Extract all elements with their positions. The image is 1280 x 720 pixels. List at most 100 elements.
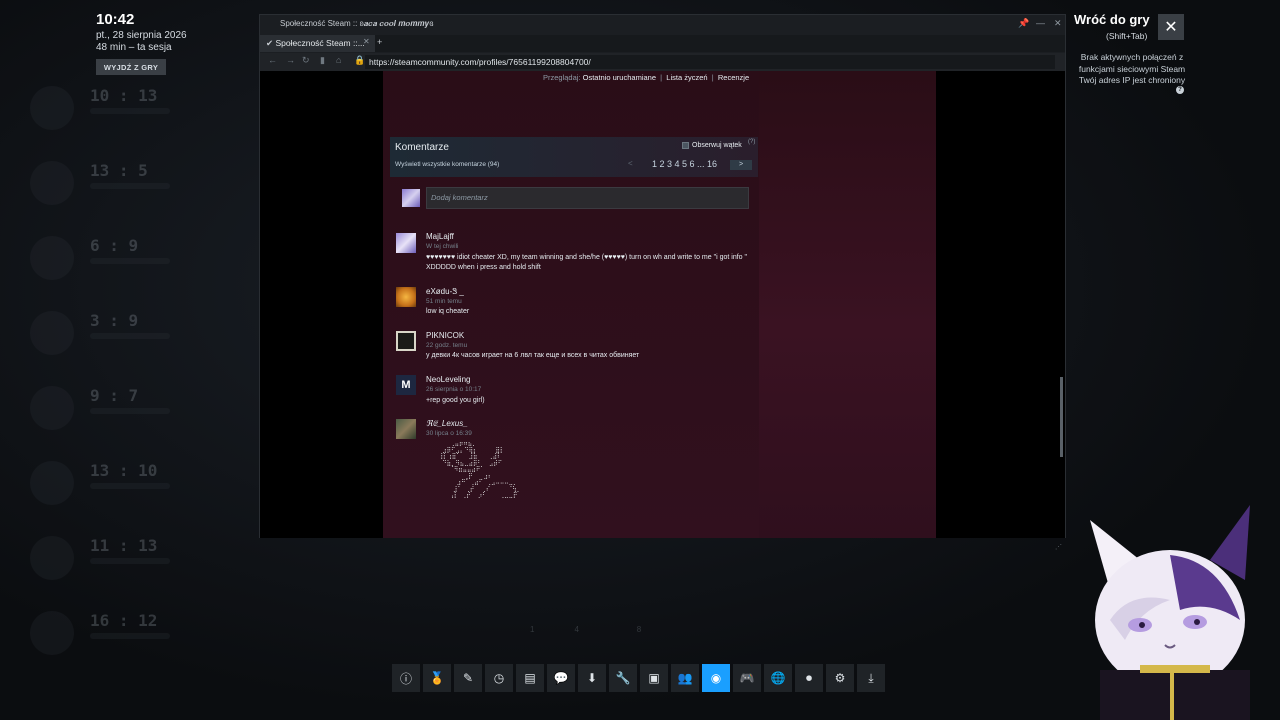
info-icon[interactable]: ⓘ (392, 664, 420, 692)
bookmark-icon[interactable]: ▮ (320, 55, 325, 66)
reload-icon[interactable]: ↻ (302, 55, 310, 66)
match-score: 11 : 13 (90, 536, 158, 555)
match-score: 6 : 9 (90, 236, 139, 255)
background-match-row: 6 : 9 (20, 230, 240, 290)
back-to-game-title[interactable]: Wróć do gry (1074, 12, 1150, 27)
comment-text: +rep good you girl) (426, 397, 485, 404)
tab-label: Społeczność Steam ::... (275, 38, 365, 48)
comment-time: 51 min temu (426, 298, 462, 305)
downloads-icon[interactable]: ⬇ (578, 664, 606, 692)
notes-icon[interactable]: ✎ (454, 664, 482, 692)
comment-text: у девки 4к часов играет на 6 лвл так еще… (426, 352, 640, 359)
match-meta (90, 558, 170, 564)
follow-thread[interactable]: Obserwuj wątek (682, 142, 742, 149)
back-arrow-icon[interactable]: ← (268, 55, 277, 65)
comment-author[interactable]: eXødu-Ꮥ _ (426, 287, 464, 297)
background-match-row: 13 : 10 (20, 455, 240, 515)
recording-icon[interactable]: ⏺ (795, 664, 823, 692)
map-icon (30, 161, 74, 205)
avatar[interactable] (396, 331, 416, 351)
match-score: 13 : 10 (90, 461, 158, 480)
view-all-comments[interactable]: Wyświetl wszystkie komentarze (94) (395, 161, 499, 168)
browse-bar: Przeglądaj: Ostatnio uruchamiane | Lista… (543, 73, 750, 82)
background-chart: 1 4 8 (530, 625, 642, 634)
pager-next[interactable]: > (730, 160, 752, 170)
session-time: 48 min – ta sesja (96, 42, 172, 53)
match-score: 16 : 12 (90, 611, 158, 630)
comment-time: W tej chwili (426, 243, 459, 250)
match-meta (90, 183, 170, 189)
comment-time: 26 sierpnia o 10:17 (426, 386, 482, 393)
browser-tab[interactable]: ✔ Społeczność Steam ::... (260, 35, 375, 52)
exit-game-button[interactable]: WYJDŹ Z GRY (96, 59, 166, 75)
exit-icon[interactable]: ⤓ (857, 664, 885, 692)
comment-time: 22 godz. temu (426, 342, 468, 349)
achievements-icon[interactable]: 🏅 (423, 664, 451, 692)
comments-title: Komentarze (395, 142, 449, 153)
tab-close-icon[interactable]: ✕ (363, 37, 370, 46)
browser-icon[interactable]: ◉ (702, 664, 730, 692)
minimize-icon[interactable]: — (1036, 18, 1045, 28)
comments-help[interactable]: (?) (748, 139, 755, 145)
chat-icon[interactable]: 💬 (547, 664, 575, 692)
comment-author[interactable]: NeoLeveling (426, 375, 470, 384)
map-icon (30, 536, 74, 580)
friends-icon[interactable]: 👥 (671, 664, 699, 692)
screenshots-icon[interactable]: ▣ (640, 664, 668, 692)
date-label: pt., 28 sierpnia 2026 (96, 30, 187, 41)
close-window-icon[interactable]: ✕ (1054, 18, 1062, 29)
map-icon (30, 86, 74, 130)
avatar[interactable]: M (396, 375, 416, 395)
map-icon (30, 611, 74, 655)
mascot-character (1090, 505, 1250, 720)
match-score: 3 : 9 (90, 311, 139, 330)
page-viewport: Przeglądaj: Ostatnio uruchamiane | Lista… (260, 71, 1065, 538)
match-meta (90, 633, 170, 639)
browser-window: Społeczność Steam :: ʚ𝒂𝒄𝒂 𝒄𝒐𝒐𝒍 𝒎𝒐𝒎𝒎𝒚ɞ 📌 … (259, 14, 1066, 551)
link-wishlist[interactable]: Lista życzeń (666, 73, 707, 82)
follow-label: Obserwuj wątek (692, 142, 742, 149)
settings-wrench-icon[interactable]: 🔧 (609, 664, 637, 692)
comment-text: low iq cheater (426, 308, 470, 315)
pager-pages[interactable]: 1 2 3 4 5 6 ... 16 (652, 159, 717, 169)
resize-handle[interactable]: ⋰ (1055, 543, 1063, 551)
gear-icon[interactable]: ⚙ (826, 664, 854, 692)
map-icon (30, 311, 74, 355)
match-score: 10 : 13 (90, 86, 158, 105)
background-match-row: 3 : 9 (20, 305, 240, 365)
controller-icon[interactable]: 🎮 (733, 664, 761, 692)
match-meta (90, 483, 170, 489)
help-icon[interactable]: ? (1176, 86, 1184, 94)
map-icon (30, 236, 74, 280)
map-icon (30, 386, 74, 430)
follow-checkbox[interactable] (682, 142, 689, 149)
background-match-row: 10 : 13 (20, 80, 240, 140)
match-meta (90, 333, 170, 339)
recent-icon[interactable]: ◷ (485, 664, 513, 692)
comment-author[interactable]: ℜ𝔈_Lexus_ (426, 419, 468, 429)
pager-prev[interactable]: < (628, 159, 633, 168)
comment-text: ♥♥♥♥♥♥♥ idiot cheater XD, my team winnin… (426, 254, 747, 271)
link-reviews[interactable]: Recenzje (718, 73, 749, 82)
comment-input[interactable]: Dodaj komentarz (426, 187, 749, 209)
avatar[interactable] (396, 233, 416, 253)
scrollbar[interactable] (1060, 377, 1063, 457)
avatar[interactable] (396, 287, 416, 307)
link-recent[interactable]: Ostatnio uruchamiane (583, 73, 656, 82)
background-match-row: 16 : 12 (20, 605, 240, 665)
home-icon[interactable]: ⌂ (336, 55, 341, 65)
comment-author[interactable]: PIKNICOK (426, 331, 464, 340)
lock-icon: 🔒 (354, 55, 366, 65)
guides-icon[interactable]: ▤ (516, 664, 544, 692)
url-bar[interactable]: https://steamcommunity.com/profiles/7656… (365, 55, 1055, 69)
match-score: 13 : 5 (90, 161, 148, 180)
forward-arrow-icon[interactable]: → (286, 55, 295, 65)
new-tab-icon[interactable]: + (377, 37, 382, 47)
background-match-row: 9 : 7 (20, 380, 240, 440)
avatar[interactable] (396, 419, 416, 439)
pin-icon[interactable]: 📌 (1018, 18, 1029, 29)
comment-author[interactable]: MajLajff (426, 232, 454, 241)
close-icon[interactable]: ✕ (1158, 14, 1184, 40)
back-to-game-hint: (Shift+Tab) (1106, 31, 1148, 41)
globe-icon[interactable]: 🌐 (764, 664, 792, 692)
